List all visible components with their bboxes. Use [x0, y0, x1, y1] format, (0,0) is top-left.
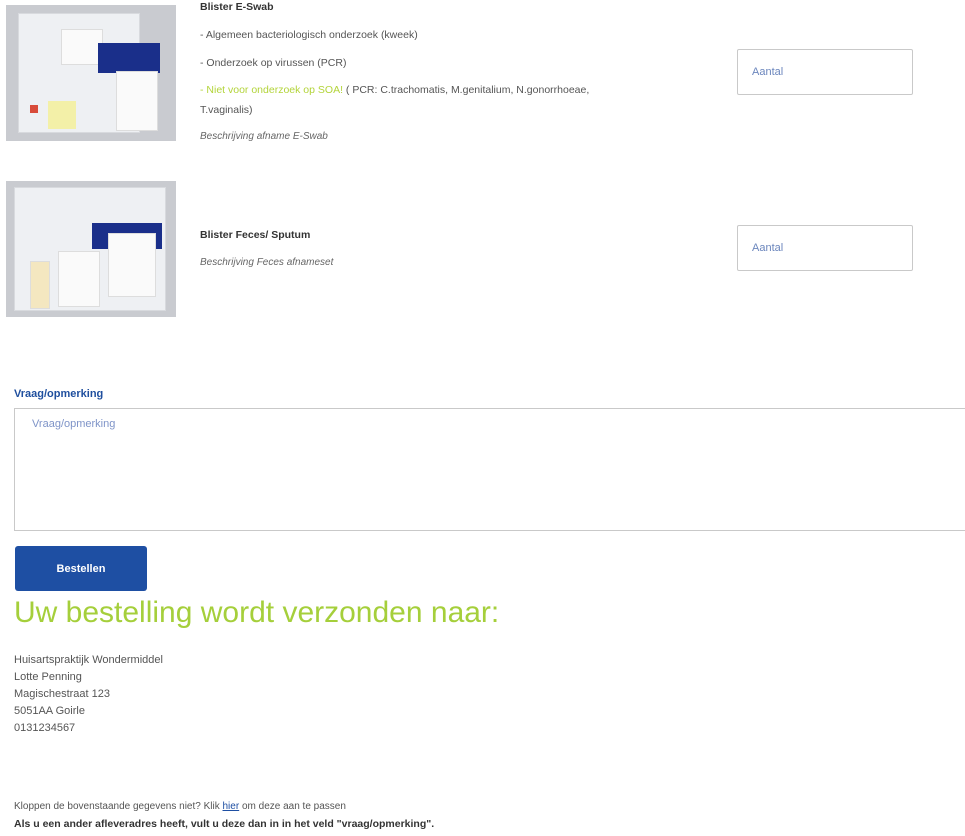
quantity-input[interactable] [737, 49, 913, 95]
product-title: Blister E-Swab [200, 1, 274, 13]
note-text: om deze aan te passen [239, 801, 346, 812]
product-title: Blister Feces/ Sputum [200, 229, 311, 241]
product-line: - Onderzoek op virussen (PCR) [200, 57, 347, 69]
warning-text: - Niet voor onderzoek op SOA! [200, 84, 343, 96]
product-image-e-swab [6, 5, 176, 141]
product-description: Beschrijving Feces afnameset [200, 257, 334, 268]
remark-label: Vraag/opmerking [14, 388, 104, 400]
remark-textarea[interactable] [14, 408, 965, 531]
order-button[interactable]: Bestellen [15, 546, 147, 591]
address-line: Lotte Penning [14, 671, 82, 683]
correction-note: Kloppen de bovenstaande gegevens niet? K… [14, 801, 346, 812]
address-line: 5051AA Goirle [14, 705, 85, 717]
address-line: Huisartspraktijk Wondermiddel [14, 654, 163, 666]
shipping-address: Huisartspraktijk Wondermiddel Lotte Penn… [14, 652, 163, 737]
warning-continued: T.vaginalis) [200, 104, 253, 116]
shipping-title: Uw bestelling wordt verzonden naar: [14, 596, 500, 629]
warning-detail: ( PCR: C.trachomatis, M.genitalium, N.go… [343, 84, 590, 96]
address-line: Magischestraat 123 [14, 688, 110, 700]
product-description: Beschrijving afname E-Swab [200, 131, 328, 142]
product-image-feces-sputum [6, 181, 176, 317]
alt-address-note: Als u een ander afleveradres heeft, vult… [14, 818, 435, 830]
edit-details-link[interactable]: hier [223, 801, 240, 812]
product-line: - Algemeen bacteriologisch onderzoek (kw… [200, 29, 418, 41]
product-warning: - Niet voor onderzoek op SOA! ( PCR: C.t… [200, 84, 589, 96]
note-text: Kloppen de bovenstaande gegevens niet? K… [14, 801, 223, 812]
address-line: 0131234567 [14, 722, 76, 734]
quantity-input[interactable] [737, 225, 913, 271]
